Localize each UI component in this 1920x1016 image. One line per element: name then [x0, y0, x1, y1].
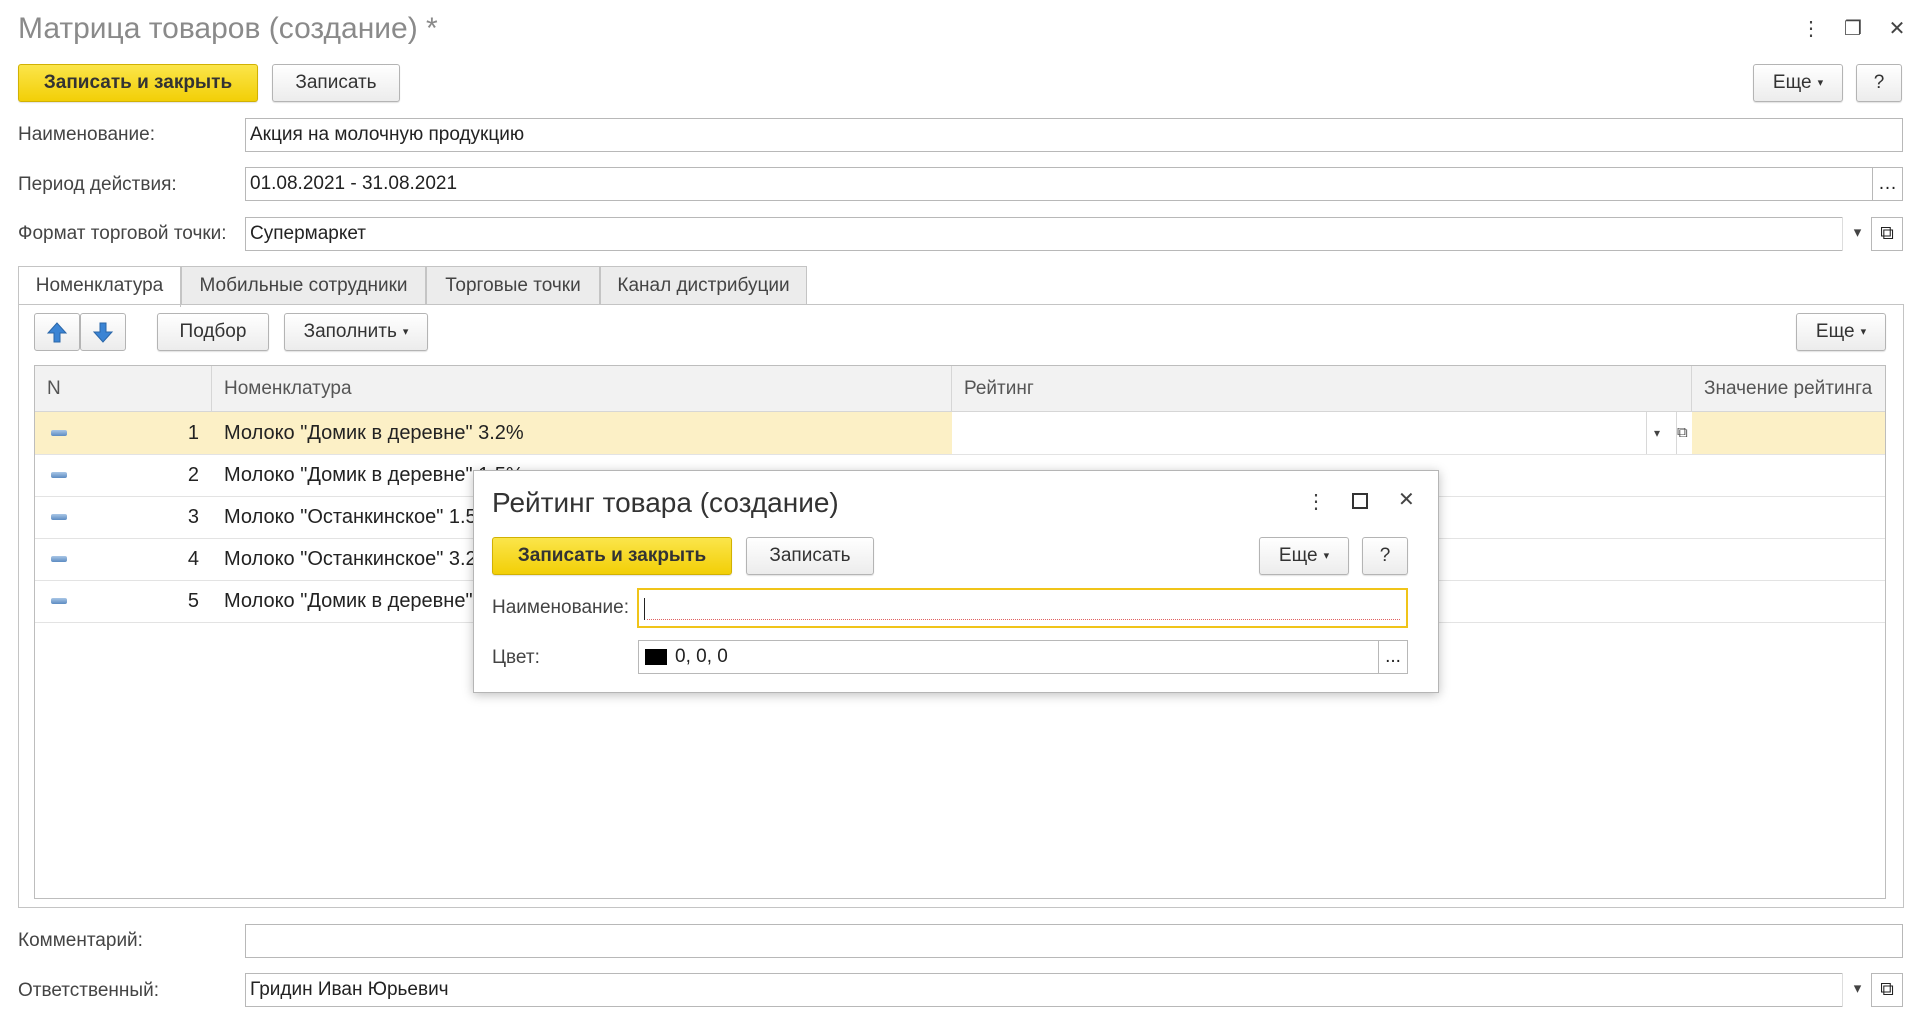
window-title: Матрица товаров (создание) * — [18, 12, 438, 45]
name-label: Наименование: — [18, 124, 155, 145]
move-up-button[interactable] — [34, 313, 80, 351]
format-open-icon[interactable]: ⧉ — [1871, 217, 1903, 251]
rating-dialog: Рейтинг товара (создание) ⋮ ✕ Записать и… — [473, 470, 1439, 693]
tab-mobile-staff[interactable]: Мобильные сотрудники — [181, 266, 426, 304]
tab-outlets[interactable]: Торговые точки — [426, 266, 600, 304]
dropdown-arrow-icon[interactable]: ▾ — [1842, 217, 1872, 251]
dialog-more-label: Еще — [1278, 545, 1318, 567]
table-header: N Номенклатура Рейтинг Значение рейтинга — [35, 366, 1885, 412]
dialog-more-button[interactable]: Еще ▾ — [1259, 537, 1349, 575]
responsible-value: Гридин Иван Юрьевич — [250, 979, 449, 1000]
fill-label: Заполнить — [303, 321, 397, 343]
save-and-close-button[interactable]: Записать и закрыть — [18, 64, 258, 102]
column-header-nomenclature[interactable]: Номенклатура — [212, 366, 952, 411]
dialog-close-icon[interactable]: ✕ — [1398, 487, 1415, 512]
window-close-icon[interactable]: ✕ — [1883, 16, 1911, 41]
tab-distribution-channel[interactable]: Канал дистрибуции — [600, 266, 807, 304]
pick-button[interactable]: Подбор — [157, 313, 269, 351]
dialog-menu-icon[interactable]: ⋮ — [1306, 489, 1326, 514]
window-menu-icon[interactable]: ⋮ — [1797, 16, 1825, 41]
responsible-field[interactable]: Гридин Иван Юрьевич ▾ — [245, 973, 1872, 1007]
dialog-color-field[interactable]: 0, 0, 0 — [638, 640, 1379, 674]
period-label: Период действия: — [18, 174, 177, 195]
dialog-title: Рейтинг товара (создание) — [492, 487, 839, 518]
format-field[interactable]: Супермаркет ▾ — [245, 217, 1872, 251]
table-more-button[interactable]: Еще ▾ — [1796, 313, 1886, 351]
fill-button[interactable]: Заполнить ▾ — [284, 313, 428, 351]
chevron-down-icon: ▾ — [1323, 550, 1330, 562]
save-button[interactable]: Записать — [272, 64, 400, 102]
dialog-name-input[interactable] — [637, 588, 1408, 628]
dialog-save-button[interactable]: Записать — [746, 537, 874, 575]
dialog-name-label: Наименование: — [492, 597, 629, 618]
row-number: 1 — [187, 422, 199, 444]
period-select-button[interactable]: … — [1872, 167, 1903, 201]
row-number: 3 — [187, 506, 199, 528]
row-number: 5 — [187, 590, 199, 612]
table-row[interactable]: 1 Молоко "Домик в деревне" 3.2% ▾ ⧉ — [35, 412, 1885, 455]
period-value: 01.08.2021 - 31.08.2021 — [250, 173, 458, 194]
required-underline — [647, 619, 1400, 620]
more-label: Еще — [1772, 72, 1812, 94]
chevron-down-icon: ▾ — [402, 326, 409, 338]
table-more-label: Еще — [1815, 321, 1855, 343]
dialog-maximize-icon[interactable] — [1352, 493, 1368, 509]
row-number: 2 — [187, 464, 199, 486]
dialog-color-value: 0, 0, 0 — [675, 646, 728, 667]
window-restore-icon[interactable]: ❐ — [1839, 16, 1867, 41]
open-icon[interactable]: ⧉ — [1677, 412, 1688, 454]
column-header-n[interactable]: N — [35, 366, 212, 411]
comment-label: Комментарий: — [18, 930, 143, 951]
format-value: Супермаркет — [250, 223, 367, 244]
move-down-button[interactable] — [80, 313, 126, 351]
chevron-down-icon: ▾ — [1860, 326, 1867, 338]
dialog-save-and-close-button[interactable]: Записать и закрыть — [492, 537, 732, 575]
dropdown-arrow-icon[interactable]: ▾ — [1654, 412, 1660, 454]
column-header-rating-value[interactable]: Значение рейтинга — [1692, 366, 1887, 411]
chevron-down-icon: ▾ — [1817, 77, 1824, 89]
tab-nomenclature[interactable]: Номенклатура — [18, 266, 181, 307]
rating-cell-editor[interactable]: ▾ ⧉ — [952, 412, 1692, 454]
column-header-rating[interactable]: Рейтинг — [952, 366, 1692, 411]
arrow-up-icon — [46, 322, 68, 343]
responsible-open-icon[interactable]: ⧉ — [1871, 973, 1903, 1007]
dialog-color-select-button[interactable]: ... — [1378, 640, 1408, 674]
dialog-help-button[interactable]: ? — [1362, 537, 1408, 575]
responsible-label: Ответственный: — [18, 980, 159, 1001]
text-cursor — [644, 598, 645, 620]
more-button[interactable]: Еще ▾ — [1753, 64, 1843, 102]
name-field[interactable]: Акция на молочную продукцию — [245, 118, 1903, 152]
color-swatch — [645, 648, 667, 665]
help-button[interactable]: ? — [1856, 64, 1902, 102]
period-field[interactable]: 01.08.2021 - 31.08.2021 — [245, 167, 1873, 201]
row-number: 4 — [187, 548, 199, 570]
name-value: Акция на молочную продукцию — [250, 124, 525, 145]
row-item: Молоко "Домик в деревне" 3.2% — [224, 422, 524, 444]
dialog-color-label: Цвет: — [492, 647, 540, 668]
format-label: Формат торговой точки: — [18, 223, 227, 244]
dropdown-arrow-icon[interactable]: ▾ — [1842, 973, 1872, 1007]
arrow-down-icon — [92, 322, 114, 343]
comment-field[interactable] — [245, 924, 1903, 958]
